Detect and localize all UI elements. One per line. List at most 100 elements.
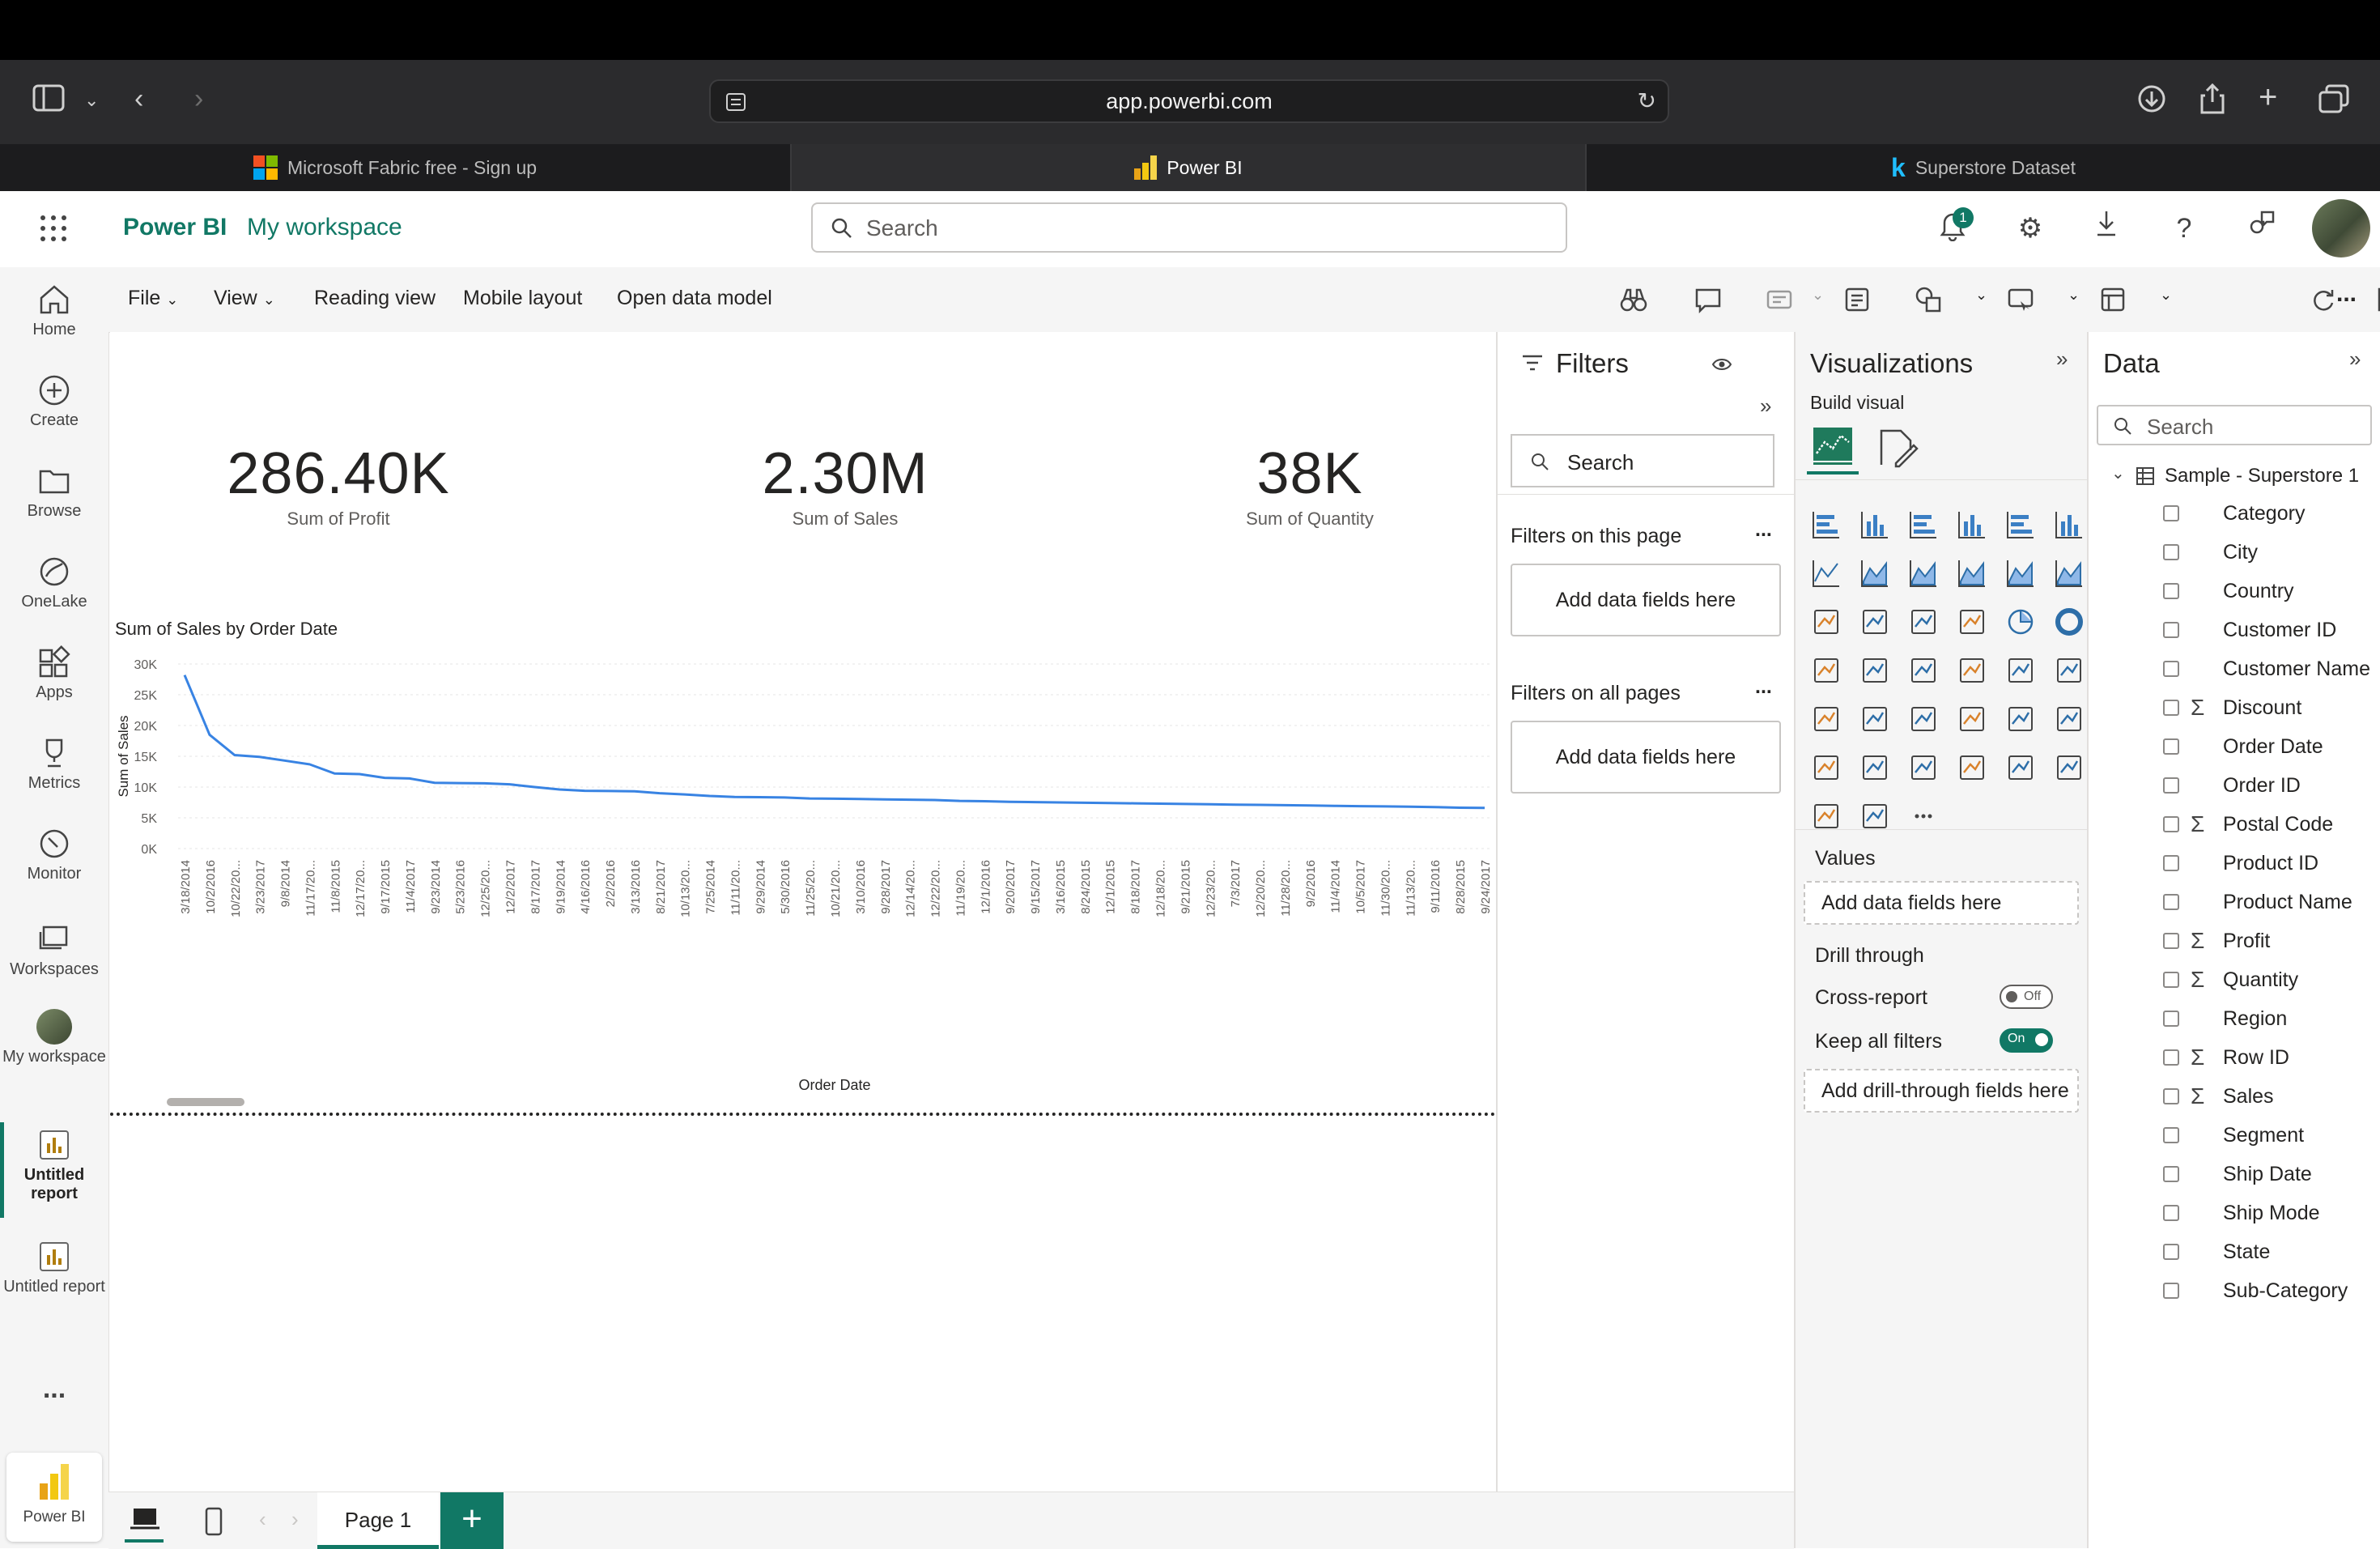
collapse-filters-icon[interactable]: » <box>1760 394 1771 419</box>
data-point[interactable] <box>357 772 362 777</box>
user-avatar[interactable] <box>2312 199 2370 257</box>
reload-icon[interactable]: ↻ <box>1638 87 1656 114</box>
data-point[interactable] <box>657 791 662 796</box>
data-point[interactable] <box>557 787 562 792</box>
field-row[interactable]: Category <box>2089 499 2380 534</box>
data-point[interactable] <box>732 794 737 799</box>
file-menu[interactable]: File ⌄ <box>128 287 178 310</box>
values-well[interactable]: Add data fields here <box>1804 881 2079 925</box>
azure-map-icon[interactable] <box>1956 654 1988 687</box>
field-checkbox[interactable] <box>2163 816 2179 832</box>
filters-all-pages-more-icon[interactable]: ... <box>1755 675 1772 699</box>
field-checkbox[interactable] <box>2163 700 2179 716</box>
back-icon[interactable]: ‹ <box>134 83 143 115</box>
binoculars-icon[interactable] <box>1619 285 1648 314</box>
slicer-icon[interactable] <box>1907 703 1940 735</box>
chevron-down-icon[interactable]: ⌄ <box>2160 287 2172 304</box>
field-row[interactable]: Σ Quantity <box>2089 965 2380 1001</box>
data-point[interactable] <box>257 755 262 760</box>
app-title[interactable]: Power BI <box>123 214 227 241</box>
data-point[interactable] <box>508 782 512 787</box>
filled-map-icon[interactable] <box>1907 654 1940 687</box>
nav-apps[interactable]: Apps <box>0 645 108 702</box>
data-point[interactable] <box>1082 800 1087 805</box>
nav-browse[interactable]: Browse <box>0 463 108 521</box>
downloads-icon[interactable] <box>2137 84 2166 121</box>
field-checkbox[interactable] <box>2163 505 2179 521</box>
nav-home[interactable]: Home <box>0 282 108 339</box>
page-prev-icon[interactable]: ‹ <box>259 1507 266 1532</box>
map-icon[interactable] <box>1859 654 1891 687</box>
data-point[interactable] <box>532 785 537 789</box>
funnel-icon[interactable] <box>1907 606 1940 638</box>
buttons-icon[interactable] <box>2006 285 2035 314</box>
nav-untitled-report-active[interactable]: Untitled report <box>0 1127 108 1203</box>
chevron-down-icon[interactable]: ⌄ <box>1975 287 1987 304</box>
field-row[interactable]: Order ID <box>2089 771 2380 806</box>
field-checkbox[interactable] <box>2163 738 2179 755</box>
scatter-chart-icon[interactable] <box>1956 606 1988 638</box>
data-point[interactable] <box>782 795 787 800</box>
browser-tab-fabric[interactable]: Microsoft Fabric free - Sign up <box>0 144 792 191</box>
data-point[interactable] <box>607 789 612 794</box>
data-point[interactable] <box>1057 800 1062 805</box>
data-point[interactable] <box>307 762 312 767</box>
data-point[interactable] <box>1207 802 1212 806</box>
decomposition-tree-icon[interactable] <box>1810 751 1842 784</box>
data-point[interactable] <box>632 789 637 794</box>
eye-icon[interactable] <box>1711 356 1732 372</box>
page-tab-1[interactable]: Page 1 <box>317 1492 439 1549</box>
open-data-model-button[interactable]: Open data model <box>617 287 772 310</box>
browser-tab-superstore[interactable]: k Superstore Dataset <box>1587 144 2380 191</box>
waterfall-chart-icon[interactable] <box>1859 606 1891 638</box>
field-checkbox[interactable] <box>2163 1088 2179 1104</box>
powerbi-switcher[interactable]: Power BI <box>6 1453 102 1542</box>
line-chart[interactable]: 0K 5K 10K 15K 20K 25K 30K Sum of Sales 3/18/2014… <box>110 640 1496 1449</box>
nav-onelake[interactable]: OneLake <box>0 554 108 611</box>
data-search-input[interactable]: Search <box>2097 405 2372 445</box>
data-point[interactable] <box>907 798 912 802</box>
collapse-data-icon[interactable]: » <box>2349 347 2361 372</box>
collapse-visualizations-icon[interactable]: » <box>2056 347 2068 372</box>
data-point[interactable] <box>1158 802 1162 806</box>
filters-on-page-more-icon[interactable]: ... <box>1755 518 1772 542</box>
data-point[interactable] <box>1457 805 1462 810</box>
field-row[interactable]: Region <box>2089 1004 2380 1040</box>
visual-container-icon[interactable] <box>2098 285 2127 314</box>
field-row[interactable]: Product Name <box>2089 887 2380 923</box>
field-checkbox[interactable] <box>2163 1011 2179 1027</box>
download-icon[interactable] <box>2087 209 2126 248</box>
text-box-icon[interactable] <box>1842 285 1872 314</box>
nav-monitor[interactable]: Monitor <box>0 826 108 883</box>
help-icon[interactable]: ? <box>2165 209 2204 248</box>
data-point[interactable] <box>207 732 212 737</box>
data-point[interactable] <box>332 771 337 776</box>
field-checkbox[interactable] <box>2163 972 2179 988</box>
workspace-breadcrumb[interactable]: My workspace <box>247 214 402 241</box>
data-point[interactable] <box>832 796 837 801</box>
data-point[interactable] <box>1232 802 1237 807</box>
field-row[interactable]: Σ Sales <box>2089 1082 2380 1117</box>
field-checkbox[interactable] <box>2163 1049 2179 1066</box>
new-tab-icon[interactable]: + <box>2259 81 2277 113</box>
field-row[interactable]: Σ Row ID <box>2089 1043 2380 1079</box>
data-point[interactable] <box>1133 801 1137 806</box>
data-point[interactable] <box>1182 802 1187 806</box>
field-row[interactable]: Customer ID <box>2089 615 2380 651</box>
more-visuals-icon[interactable] <box>1859 800 1891 832</box>
data-point[interactable] <box>1332 803 1337 808</box>
view-menu[interactable]: View ⌄ <box>214 287 275 310</box>
power-automate-icon[interactable] <box>1810 800 1842 832</box>
pie-chart-icon[interactable] <box>2004 606 2037 638</box>
more-visuals-ellipsis-icon[interactable] <box>1907 800 1940 832</box>
metrics-icon[interactable] <box>1956 751 1988 784</box>
field-row[interactable]: Segment <box>2089 1121 2380 1156</box>
paginated-report-icon[interactable] <box>2004 751 2037 784</box>
data-point[interactable] <box>982 798 987 803</box>
field-checkbox[interactable] <box>2163 583 2179 599</box>
browser-tab-powerbi[interactable]: Power BI <box>792 144 1587 191</box>
data-point[interactable] <box>708 794 712 798</box>
field-row[interactable]: State <box>2089 1237 2380 1273</box>
data-point[interactable] <box>457 781 462 785</box>
card-icon[interactable] <box>2053 654 2085 687</box>
